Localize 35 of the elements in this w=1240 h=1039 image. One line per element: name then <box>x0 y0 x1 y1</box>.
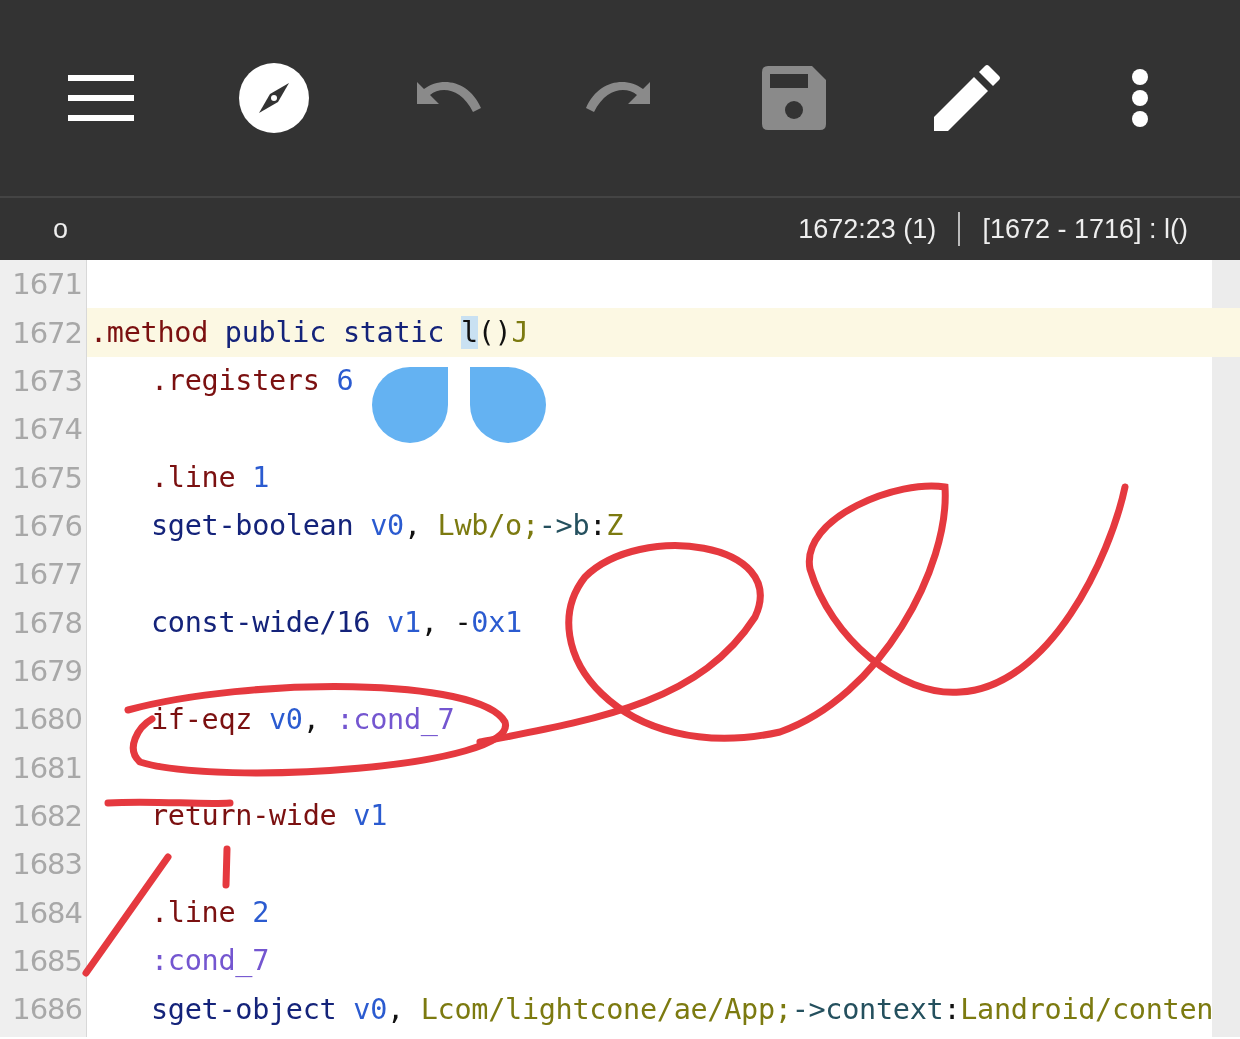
code-line: return-wide v1 <box>151 799 388 833</box>
status-text: o <box>53 213 69 245</box>
line-number: 1681 <box>11 750 83 785</box>
code-line: :cond_7 <box>151 944 269 978</box>
code-line: sget-object v0, Lcom/lightcone/ae/App;->context:Landroid/conten <box>151 992 1214 1026</box>
menu-icon[interactable] <box>68 75 134 121</box>
line-number: 1683 <box>11 847 83 882</box>
line-number: 1685 <box>11 944 83 978</box>
line-number: 1680 <box>11 702 83 737</box>
line-number: 1673 <box>11 363 83 398</box>
line-number: 1671 <box>11 267 83 302</box>
line-number: 1674 <box>11 412 83 447</box>
code-line: .registers 6 <box>151 364 354 398</box>
pencil-icon[interactable] <box>933 65 1000 131</box>
line-number: 1675 <box>11 460 83 495</box>
code-line: .method public static l()J <box>90 316 529 349</box>
code-line: const-wide/16 v1, -0x1 <box>151 606 522 640</box>
line-number: 1682 <box>11 798 83 833</box>
more-icon[interactable] <box>1131 69 1148 127</box>
compass-icon[interactable] <box>239 63 310 133</box>
code-line: .line 2 <box>151 896 269 930</box>
selection-handle[interactable] <box>372 367 448 443</box>
code-line: if-eqz v0, :cond_7 <box>151 702 455 736</box>
line-number: 1677 <box>11 557 83 592</box>
line-number: 1678 <box>11 605 83 640</box>
line-number: 1679 <box>11 653 83 688</box>
selection-handle[interactable] <box>470 367 546 443</box>
line-number: 1684 <box>11 895 83 930</box>
line-number: 1686 <box>11 992 83 1027</box>
method-range: [1672 - 1716] : l() <box>982 213 1188 245</box>
code-line: .line 1 <box>151 461 269 495</box>
code-line: sget-boolean v0, Lwb/o;->b:Z <box>151 509 624 543</box>
line-number: 1672 <box>11 315 83 350</box>
cursor-position: 1672:23 (1) <box>798 213 937 245</box>
line-number: 1676 <box>11 508 83 543</box>
